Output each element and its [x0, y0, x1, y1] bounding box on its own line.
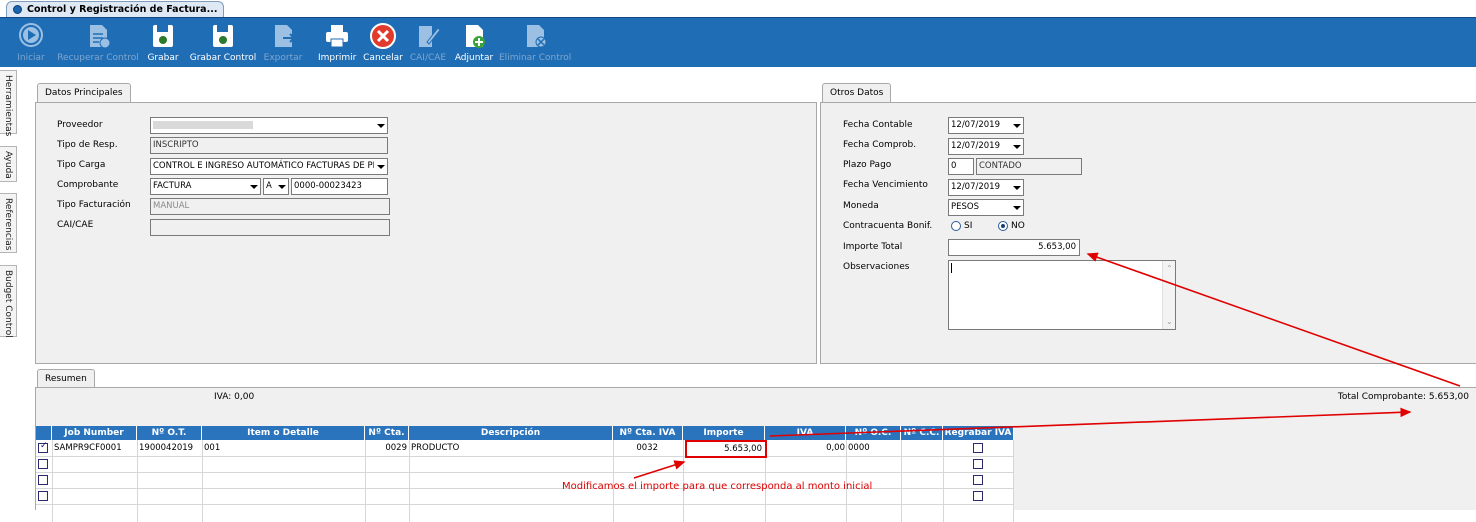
annotation-arrows	[633, 252, 1461, 479]
arrow-to-total-comprobante	[769, 407, 1412, 437]
arrow-to-importe-cell	[633, 460, 686, 479]
arrow-to-importe-total	[1086, 252, 1461, 387]
